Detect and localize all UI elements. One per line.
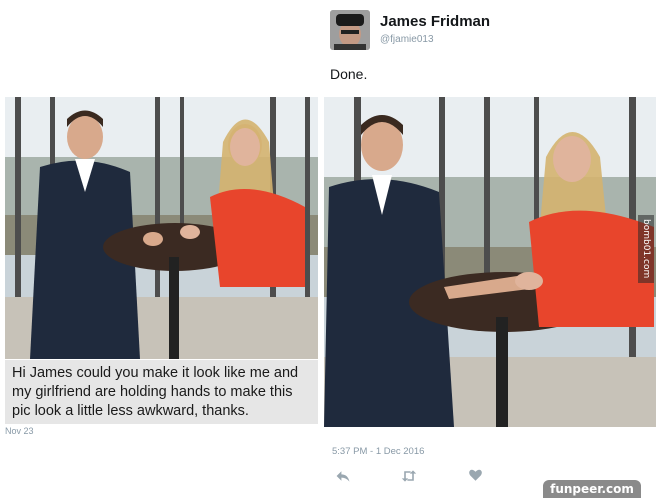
- side-watermark: bomb01.com: [638, 215, 654, 283]
- tweet-panel: James Fridman @fjamie013 Done. bomb01.co…: [322, 0, 660, 497]
- request-date: Nov 23: [5, 426, 34, 436]
- request-panel: Hi James could you make it look like me …: [0, 0, 322, 497]
- edited-photo[interactable]: [324, 97, 656, 427]
- retweet-icon[interactable]: [398, 468, 420, 488]
- tweet-timestamp[interactable]: 5:37 PM - 1 Dec 2016: [332, 446, 424, 457]
- heart-icon[interactable]: [464, 468, 486, 488]
- tweet-text: Done.: [330, 66, 368, 82]
- corner-watermark: funpeer.com: [543, 480, 641, 498]
- avatar[interactable]: [330, 10, 370, 50]
- original-photo: [5, 97, 318, 359]
- user-handle[interactable]: @fjamie013: [380, 34, 434, 45]
- request-message: Hi James could you make it look like me …: [5, 360, 318, 424]
- reply-icon[interactable]: [332, 468, 354, 488]
- display-name[interactable]: James Fridman: [380, 13, 490, 30]
